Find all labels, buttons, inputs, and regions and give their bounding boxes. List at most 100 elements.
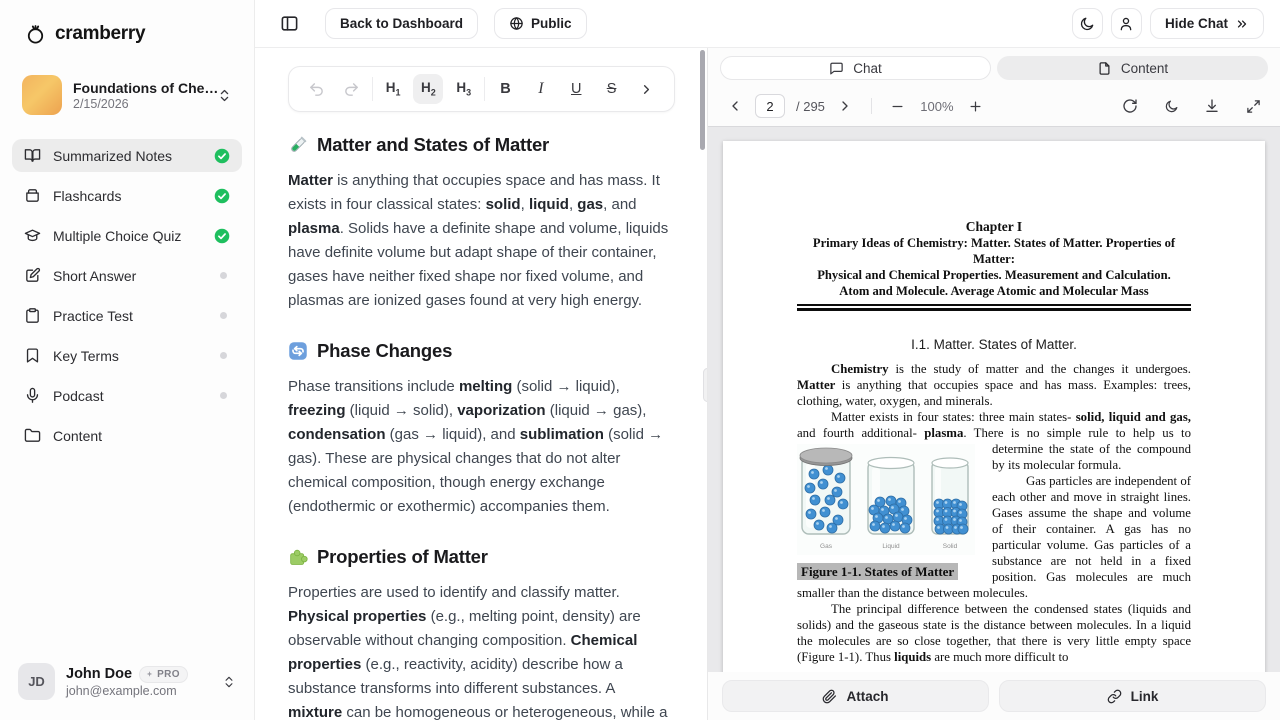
liquid-container-graphic: Liquid <box>864 454 918 555</box>
bold-button[interactable]: B <box>491 74 521 104</box>
more-formatting-button[interactable] <box>632 74 662 104</box>
back-to-dashboard-button[interactable]: Back to Dashboard <box>325 8 478 39</box>
pdf-title-line: Primary Ideas of Chemistry: Matter. Stat… <box>797 235 1191 267</box>
panel-footer: Attach Link <box>708 672 1280 720</box>
pdf-dark-mode-button[interactable] <box>1160 95 1182 117</box>
editor-toolbar: H1 H2 H3 B I U S <box>288 66 675 112</box>
zoom-out-button[interactable] <box>887 95 909 117</box>
notes-editor-panel: H1 H2 H3 B I U S Matter and States of Ma… <box>255 48 708 720</box>
editor-section-heading: Properties of Matter <box>288 546 669 568</box>
figure-state-label: Solid <box>943 539 957 555</box>
clipboard-icon <box>24 307 41 324</box>
italic-button[interactable]: I <box>526 74 556 104</box>
sidebar-item-multiple-choice-quiz[interactable]: Multiple Choice Quiz <box>12 219 242 252</box>
undo-button[interactable] <box>301 74 331 104</box>
sidebar-item-podcast[interactable]: Podcast <box>12 379 242 412</box>
underline-button[interactable]: U <box>561 74 591 104</box>
redo-button[interactable] <box>336 74 366 104</box>
rotate-cw-icon <box>1122 98 1138 114</box>
pro-badge: PRO <box>139 666 188 683</box>
cramberry-logo-icon <box>24 22 47 45</box>
next-page-button[interactable] <box>834 95 856 117</box>
chevron-left-icon <box>727 98 743 114</box>
document-icon <box>1097 61 1112 76</box>
pdf-viewer[interactable]: Chapter I Primary Ideas of Chemistry: Ma… <box>708 126 1280 672</box>
pdf-title-lines: Primary Ideas of Chemistry: Matter. Stat… <box>797 235 1191 299</box>
sidebar-item-label: Podcast <box>53 388 208 404</box>
tab-chat[interactable]: Chat <box>720 56 991 80</box>
plus-icon <box>968 99 983 114</box>
hide-chat-button[interactable]: Hide Chat <box>1150 8 1264 39</box>
figure-image: Gas Liquid Solid <box>797 444 975 555</box>
heading-1-button[interactable]: H1 <box>378 74 408 104</box>
graduation-cap-icon <box>24 227 41 244</box>
rotate-button[interactable] <box>1119 95 1141 117</box>
minus-icon <box>890 99 905 114</box>
sidebar-nav: Summarized Notes Flashcards Multiple Choic… <box>0 139 254 459</box>
gas-container-graphic: Gas <box>797 446 855 555</box>
chevron-right-icon <box>639 82 654 97</box>
zoom-level-label: 100% <box>918 99 956 114</box>
test-tube-icon <box>288 135 308 155</box>
sidebar-item-content[interactable]: Content <box>12 419 242 452</box>
link-icon <box>1107 689 1122 704</box>
chevrons-up-down-icon <box>222 675 236 689</box>
app-title: cramberry <box>55 23 145 45</box>
previous-page-button[interactable] <box>724 95 746 117</box>
editor-paragraph: Phase transitions include melting (solid… <box>288 375 669 519</box>
project-selector[interactable]: Foundations of Che… 2/15/2026 <box>12 69 242 121</box>
editor-scrollbar-thumb[interactable] <box>700 50 705 150</box>
editor-section-heading: Phase Changes <box>288 340 669 362</box>
pending-dot-badge <box>220 392 227 399</box>
repeat-icon <box>288 341 308 361</box>
sidebar-item-label: Summarized Notes <box>53 148 202 164</box>
moon-icon <box>1079 16 1095 32</box>
heading-2-button[interactable]: H2 <box>413 74 443 104</box>
page-number-input[interactable] <box>755 94 785 118</box>
sidebar-item-label: Short Answer <box>53 268 208 284</box>
account-button[interactable] <box>1111 8 1142 39</box>
download-button[interactable] <box>1201 95 1223 117</box>
dark-mode-toggle-button[interactable] <box>1072 8 1103 39</box>
sidebar-item-flashcards[interactable]: Flashcards <box>12 179 242 212</box>
panel-left-icon <box>280 14 299 33</box>
project-avatar <box>22 75 62 115</box>
heading-3-button[interactable]: H3 <box>449 74 479 104</box>
undo-icon <box>308 81 325 98</box>
main-area: Back to Dashboard Public Hide Chat <box>255 0 1280 720</box>
sidebar-item-short-answer[interactable]: Short Answer <box>12 259 242 292</box>
pdf-paragraph: Matter exists in four states: three main… <box>797 409 1191 473</box>
download-icon <box>1204 98 1220 114</box>
globe-icon <box>509 16 524 31</box>
sidebar-item-practice-test[interactable]: Practice Test <box>12 299 242 332</box>
attach-button[interactable]: Attach <box>722 680 989 712</box>
tab-content[interactable]: Content <box>997 56 1268 80</box>
zoom-in-button[interactable] <box>965 95 987 117</box>
project-date: 2/15/2026 <box>73 97 206 111</box>
sidebar-toggle-button[interactable] <box>275 10 303 38</box>
check-badge-icon <box>214 228 230 244</box>
fullscreen-button[interactable] <box>1242 95 1264 117</box>
sidebar-item-key-terms[interactable]: Key Terms <box>12 339 242 372</box>
check-badge-icon <box>214 148 230 164</box>
public-button[interactable]: Public <box>494 8 587 39</box>
sidebar-item-label: Key Terms <box>53 348 208 364</box>
strikethrough-button[interactable]: S <box>597 74 627 104</box>
user-menu[interactable]: JD John Doe PRO john@example.com <box>0 649 254 720</box>
moon-icon <box>1164 99 1179 114</box>
link-button[interactable]: Link <box>999 680 1266 712</box>
figure-state-label: Gas <box>820 539 832 555</box>
states-of-matter-figure: Gas Liquid Solid Figure 1-1. States of Ma… <box>797 444 975 580</box>
flashcards-icon <box>24 187 41 204</box>
pending-dot-badge <box>220 272 227 279</box>
editor-content[interactable]: Matter and States of MatterMatter is any… <box>255 112 707 720</box>
sidebar-item-label: Flashcards <box>53 188 202 204</box>
pending-dot-badge <box>220 312 227 319</box>
puzzle-icon <box>288 547 308 567</box>
sparkle-icon <box>145 670 154 679</box>
figure-caption: Figure 1-1. States of Matter <box>797 563 958 580</box>
sidebar-item-summarized-notes[interactable]: Summarized Notes <box>12 139 242 172</box>
check-badge-icon <box>214 188 230 204</box>
editor-paragraph: Matter is anything that occupies space a… <box>288 169 669 313</box>
sidebar-item-label: Content <box>53 428 230 444</box>
